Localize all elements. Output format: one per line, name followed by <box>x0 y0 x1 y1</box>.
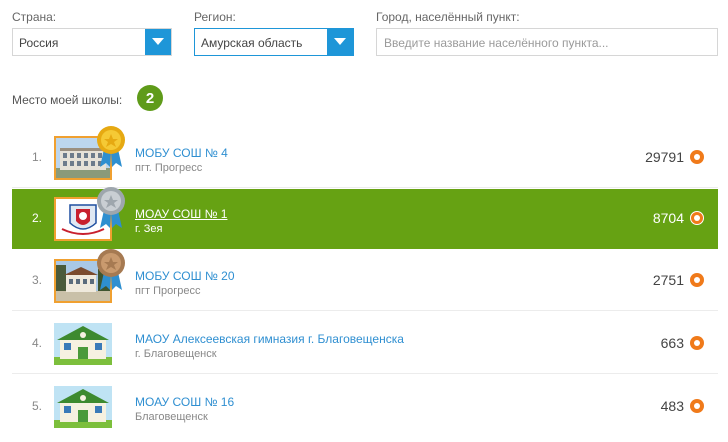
school-score: 8704 <box>652 210 684 226</box>
my-school-place-label: Место моей школы: <box>12 93 123 107</box>
region-select-value: Амурская область <box>201 36 303 50</box>
school-name-link[interactable]: МОАУ СОШ № 1 <box>135 207 227 221</box>
city-search-input[interactable]: Введите название населённого пункта... <box>376 28 718 56</box>
school-row[interactable]: 3. МОБУ СОШ № 20 пгт Прогресс 2751 <box>12 249 718 311</box>
school-placeholder-icon <box>54 323 112 365</box>
points-coin-icon <box>690 336 704 350</box>
school-score: 663 <box>660 335 684 351</box>
school-placeholder-icon <box>54 386 112 428</box>
school-row[interactable]: 1. МОБУ СОШ № 4 пгт. Прогресс 29791 <box>12 126 718 188</box>
school-rank: 5. <box>32 399 43 413</box>
school-name-link[interactable]: МОБУ СОШ № 4 <box>135 146 228 160</box>
school-rating-widget: Страна: Россия Регион: Амурская область … <box>0 0 728 442</box>
school-rank: 4. <box>32 336 43 350</box>
school-score: 483 <box>660 398 684 414</box>
school-city: пгт Прогресс <box>135 285 201 297</box>
school-row[interactable]: 5. МОАУ СОШ № 16 Благовещенск 483 <box>12 377 718 437</box>
chevron-down-icon[interactable] <box>145 29 171 55</box>
country-label: Страна: <box>12 10 57 24</box>
school-city: пгт. Прогресс <box>135 162 203 174</box>
silver-medal-icon <box>97 187 125 228</box>
school-city: Благовещенск <box>135 411 208 423</box>
school-row-highlighted[interactable]: 2. МОАУ СОШ № 1 г. Зея 8704 <box>12 187 718 249</box>
my-school-place-badge: 2 <box>137 85 163 111</box>
chevron-down-icon[interactable] <box>327 29 353 55</box>
school-rank: 3. <box>32 273 43 287</box>
school-city: г. Благовещенск <box>135 348 217 360</box>
bronze-medal-icon <box>97 249 125 290</box>
school-city: г. Зея <box>135 223 163 235</box>
region-select[interactable]: Амурская область <box>194 28 354 56</box>
school-score: 2751 <box>652 272 684 288</box>
school-name-link[interactable]: МОАУ СОШ № 16 <box>135 395 234 409</box>
country-select[interactable]: Россия <box>12 28 172 56</box>
points-coin-icon <box>690 211 704 225</box>
points-coin-icon <box>690 399 704 413</box>
city-label: Город, населённый пункт: <box>376 10 520 24</box>
points-coin-icon <box>690 273 704 287</box>
school-row[interactable]: 4. МАОУ Алексеевская гимназия г. Благове… <box>12 314 718 374</box>
school-name-link[interactable]: МОБУ СОШ № 20 <box>135 269 235 283</box>
points-coin-icon <box>690 150 704 164</box>
region-label: Регион: <box>194 10 236 24</box>
country-select-value: Россия <box>19 36 59 50</box>
school-score: 29791 <box>645 149 684 165</box>
school-rank: 2. <box>32 211 43 225</box>
school-name-link[interactable]: МАОУ Алексеевская гимназия г. Благовещен… <box>135 332 404 346</box>
gold-medal-icon <box>97 126 125 167</box>
school-rank: 1. <box>32 150 43 164</box>
